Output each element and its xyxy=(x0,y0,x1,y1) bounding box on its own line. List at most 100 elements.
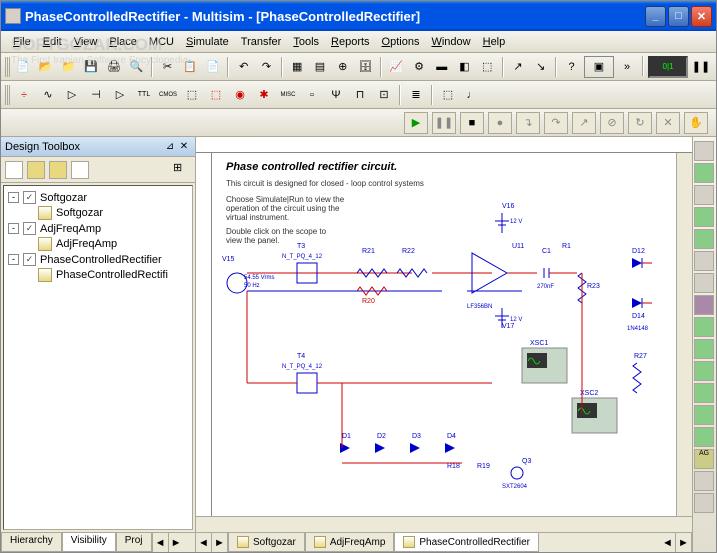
multimeter-icon[interactable] xyxy=(694,141,714,161)
tree-check-icon[interactable]: ✓ xyxy=(23,222,36,235)
tree-item-softgozar[interactable]: - ✓ Softgozar xyxy=(8,190,188,205)
tree-item-phasecontrolled[interactable]: - ✓ PhaseControlledRectifier xyxy=(8,252,188,267)
distortion-icon[interactable] xyxy=(694,383,714,403)
word-gen-icon[interactable] xyxy=(694,295,714,315)
print-button[interactable]: 🖨 xyxy=(104,56,125,78)
scrollbar-vertical[interactable] xyxy=(676,153,692,516)
save-button[interactable]: 💾 xyxy=(81,56,102,78)
ag-func-icon[interactable]: AG xyxy=(694,449,714,469)
tab-scroll-right[interactable]: ► xyxy=(168,533,184,552)
doctab-scroll-r2[interactable]: ► xyxy=(676,533,692,552)
copy-button[interactable]: 📋 xyxy=(180,56,201,78)
doctab-phasecontrolled[interactable]: PhaseControlledRectifier xyxy=(394,533,539,552)
bus-button[interactable]: ▬ xyxy=(431,56,452,78)
new-button[interactable]: 📄 xyxy=(13,56,34,78)
mixed-button[interactable]: ⬚ xyxy=(205,84,227,106)
forward-button[interactable]: ↘ xyxy=(530,56,551,78)
func-gen-icon[interactable] xyxy=(694,163,714,183)
sim-switch[interactable]: 0|1 xyxy=(648,56,688,78)
preview-button[interactable]: 🔍 xyxy=(126,56,147,78)
redo-button[interactable]: ↷ xyxy=(256,56,277,78)
spectrum-icon[interactable] xyxy=(694,405,714,425)
sidebar-pin-button[interactable]: ⊿ xyxy=(163,140,177,154)
stop-button[interactable]: ■ xyxy=(460,112,484,134)
grid-button[interactable]: ▦ xyxy=(287,56,308,78)
menu-mcu[interactable]: MCU xyxy=(143,34,180,50)
doctab-scroll-right[interactable]: ► xyxy=(212,533,228,552)
hand-button[interactable]: ✋ xyxy=(684,112,708,134)
logic-analyzer-icon[interactable] xyxy=(694,339,714,359)
advanced-button[interactable]: ▫ xyxy=(301,84,323,106)
doctab-scroll-l2[interactable]: ◄ xyxy=(660,533,676,552)
tree-check-icon[interactable]: ✓ xyxy=(23,191,36,204)
doctab-scroll-left[interactable]: ◄ xyxy=(196,533,212,552)
menu-reports[interactable]: Reports xyxy=(325,34,376,50)
sidebar-close-button[interactable]: ✕ xyxy=(177,140,191,154)
probe-icon[interactable] xyxy=(694,471,714,491)
tree-toggle-icon[interactable]: - xyxy=(8,254,19,265)
menu-simulate[interactable]: Simulate xyxy=(180,34,235,50)
window-mode-button[interactable]: ▣ xyxy=(584,56,614,78)
cut-button[interactable]: ✂ xyxy=(157,56,178,78)
ultiboard-button[interactable]: ↗ xyxy=(508,56,529,78)
scrollbar-horizontal[interactable] xyxy=(196,516,692,532)
menu-place[interactable]: Place xyxy=(103,34,143,50)
tab-visibility[interactable]: Visibility xyxy=(62,533,116,552)
bus-vector-button[interactable]: ≣ xyxy=(405,84,427,106)
tab-hierarchy[interactable]: Hierarchy xyxy=(1,533,62,552)
tree-child-adjfreqamp[interactable]: AdjFreqAmp xyxy=(8,236,188,252)
sidebar-open-icon[interactable] xyxy=(27,161,45,179)
scope-icon[interactable] xyxy=(694,207,714,227)
electro-mech-button[interactable]: ⊓ xyxy=(349,84,371,106)
restart-button[interactable]: ↻ xyxy=(628,112,652,134)
tree-toggle-icon[interactable]: - xyxy=(8,192,19,203)
ttl-button[interactable]: TTL xyxy=(133,84,155,106)
postproc-button[interactable]: ⚙ xyxy=(409,56,430,78)
cmos-button[interactable]: CMOS xyxy=(157,84,179,106)
doctab-softgozar[interactable]: Softgozar xyxy=(228,533,305,552)
design-tree[interactable]: - ✓ Softgozar Softgozar - ✓ AdjFreqAmp A… xyxy=(3,185,193,530)
pause-button[interactable]: ❚❚ xyxy=(432,112,456,134)
x-button[interactable]: ✕ xyxy=(656,112,680,134)
menu-tools[interactable]: Tools xyxy=(287,34,325,50)
spreadsheet-button[interactable]: ▤ xyxy=(310,56,331,78)
subcir-button[interactable]: ♩ xyxy=(461,84,483,106)
diode-button[interactable]: ▷ xyxy=(61,84,83,106)
4ch-scope-icon[interactable] xyxy=(694,229,714,249)
expand-button[interactable]: » xyxy=(616,56,638,78)
erc-button[interactable]: ⊕ xyxy=(332,56,353,78)
logic-conv-icon[interactable] xyxy=(694,317,714,337)
sidebar-new-icon[interactable] xyxy=(5,161,23,179)
hier-button[interactable]: ⬚ xyxy=(437,84,459,106)
toolbar-grip-2[interactable] xyxy=(5,85,11,105)
power-button[interactable]: ✱ xyxy=(253,84,275,106)
schematic-canvas[interactable]: Phase controlled rectifier circuit. This… xyxy=(212,153,676,516)
sidebar-refresh-icon[interactable] xyxy=(71,161,89,179)
tree-child-phasecontrolled[interactable]: PhaseControlledRectifi xyxy=(8,267,188,283)
undo-button[interactable]: ↶ xyxy=(233,56,254,78)
sidebar-expand-icon[interactable]: ⊞ xyxy=(173,161,191,179)
close-button[interactable]: ✕ xyxy=(691,6,712,27)
help-button[interactable]: ? xyxy=(561,56,582,78)
tab-scroll-left[interactable]: ◄ xyxy=(152,533,168,552)
labview-icon[interactable] xyxy=(694,493,714,513)
menu-help[interactable]: Help xyxy=(477,34,512,50)
wattmeter-icon[interactable] xyxy=(694,185,714,205)
menu-options[interactable]: Options xyxy=(376,34,426,50)
menu-file[interactable]: File xyxy=(7,34,37,50)
run-button[interactable]: ▶ xyxy=(404,112,428,134)
bode-icon[interactable] xyxy=(694,251,714,271)
tab-proj[interactable]: Proj xyxy=(116,533,152,552)
rf-button[interactable]: Ψ xyxy=(325,84,347,106)
step-out-button[interactable]: ↗ xyxy=(572,112,596,134)
step-into-button[interactable]: ↴ xyxy=(516,112,540,134)
step-over-button[interactable]: ↷ xyxy=(544,112,568,134)
indicator-button[interactable]: ◉ xyxy=(229,84,251,106)
paste-button[interactable]: 📄 xyxy=(203,56,224,78)
break-button[interactable]: ⊘ xyxy=(600,112,624,134)
freq-counter-icon[interactable] xyxy=(694,273,714,293)
menu-transfer[interactable]: Transfer xyxy=(235,34,288,50)
misc-button[interactable]: MISC xyxy=(277,84,299,106)
sidebar-save-icon[interactable] xyxy=(49,161,67,179)
basic-button[interactable]: ∿ xyxy=(37,84,59,106)
